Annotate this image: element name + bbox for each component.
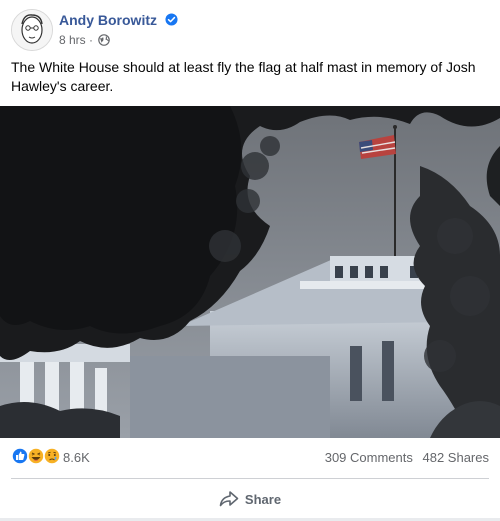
avatar[interactable]	[11, 9, 53, 51]
divider	[11, 478, 489, 479]
haha-icon	[27, 447, 45, 465]
share-button[interactable]: Share	[180, 486, 320, 512]
author-name-link[interactable]: Andy Borowitz	[59, 12, 178, 28]
globe-icon[interactable]	[98, 34, 111, 46]
white-house-flag-image	[0, 106, 500, 438]
sad-icon	[43, 447, 61, 465]
post-header: Andy Borowitz 8 hrs ·	[11, 9, 491, 51]
shares-count-link[interactable]: 482 Shares	[423, 450, 490, 465]
reaction-count[interactable]: 8.6K	[63, 450, 90, 465]
verified-badge-icon	[165, 13, 178, 26]
meta-separator: ·	[89, 33, 94, 47]
reaction-icons[interactable]	[11, 447, 63, 465]
author-name: Andy Borowitz	[59, 12, 157, 28]
reaction-icons-graphic	[11, 447, 61, 465]
post-meta: 8 hrs ·	[59, 33, 111, 47]
comments-count-link[interactable]: 309 Comments	[325, 450, 413, 465]
facebook-post: Andy Borowitz 8 hrs · The White House sh…	[0, 0, 500, 521]
share-arrow-icon	[219, 491, 239, 507]
post-text: The White House should at least fly the …	[11, 59, 476, 94]
avatar-portrait-icon	[12, 10, 52, 50]
like-icon	[11, 447, 29, 465]
engagement-counts: 309 Comments 482 Shares	[319, 450, 489, 465]
post-photo[interactable]	[0, 106, 500, 438]
share-label: Share	[244, 491, 282, 507]
reactions-bar: 8.6K 309 Comments 482 Shares	[11, 447, 489, 467]
post-timestamp[interactable]: 8 hrs	[59, 33, 86, 47]
